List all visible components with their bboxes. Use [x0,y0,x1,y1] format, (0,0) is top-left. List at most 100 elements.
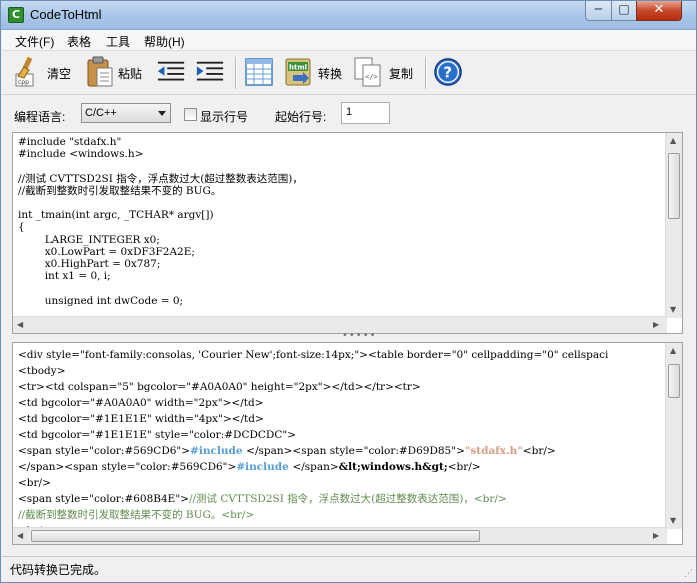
html-keyword: #include [190,445,247,457]
html-span: <br/> [447,461,481,473]
html-line: <tbody> [18,365,66,377]
maximize-button[interactable]: □ [611,1,637,21]
toolbar-separator [235,57,237,89]
source-line: x0.HighPart = 0x787; [18,258,161,271]
html-line: <div style="font-family:consolas, 'Couri… [18,349,609,361]
html-vscroll-thumb[interactable] [668,364,680,398]
menu-table[interactable]: 表格 [67,33,91,50]
chevron-down-icon [158,111,166,116]
help-glyph: ? [443,64,452,82]
brush-icon[interactable]: cpp [12,56,42,88]
toolbar-separator [425,57,427,89]
source-line [18,160,664,172]
source-line [18,282,664,294]
start-line-label: 起始行号: [275,110,327,124]
html-line: <span style="color:#608B4E">//测试 CVTTSD2… [18,491,664,507]
html-horizontal-scrollbar[interactable]: ◀ ▶ [13,527,667,544]
toolbar: cpp 清空 粘贴 html 转换 </> 复制 ? [2,51,696,95]
clipboard-icon[interactable] [85,56,115,88]
status-text: 代码转换已完成。 [10,563,107,577]
maximize-icon: □ [618,2,630,16]
source-editor[interactable]: #include "stdafx.h" #include <windows.h> … [12,132,683,334]
clear-button[interactable]: 清空 [47,65,71,82]
scroll-up-icon[interactable]: ▲ [670,346,676,355]
scroll-right-icon[interactable]: ▶ [653,320,659,329]
copy-button[interactable]: 复制 [389,65,413,82]
menu-file[interactable]: 文件(F) [15,33,54,50]
menu-tools[interactable]: 工具 [106,33,130,50]
window-title: CodeToHtml [30,7,102,22]
scroll-right-icon[interactable]: ▶ [653,531,659,540]
source-line: LARGE_INTEGER x0; [18,233,160,246]
title-bar[interactable]: C CodeToHtml ─ □ ✕ [1,1,696,30]
outdent-icon[interactable] [156,56,186,88]
source-line: x0.LowPart = 0xDF3F2A2E; [18,245,195,258]
show-line-numbers-checkbox[interactable] [184,108,197,121]
html-keyword: #include [236,461,293,473]
html-line: <td bgcolor="#1E1E1E" style="color:#DCDC… [18,429,297,441]
html-line: <td bgcolor="#A0A0A0" width="2px"></td> [18,397,264,409]
source-horizontal-scrollbar[interactable]: ◀ ▶ [13,316,667,333]
svg-text:</>: </> [365,73,378,81]
scroll-down-icon[interactable]: ▼ [670,305,676,314]
source-line: int x1 = 0, i; [18,270,111,283]
html-comment: //测试 CVTTSD2SI 指令，浮点数过大(超过整数表达范围)，<br/> [188,493,507,505]
copy-icon[interactable]: </> [353,56,383,88]
status-bar: 代码转换已完成。 ⋰ [2,556,696,582]
svg-text:cpp: cpp [18,79,29,86]
scroll-down-icon[interactable]: ▼ [670,516,676,525]
menu-help[interactable]: 帮助(H) [144,33,185,50]
minimize-button[interactable]: ─ [585,1,612,21]
source-code[interactable]: #include "stdafx.h" #include <windows.h> … [18,136,664,307]
source-line: //测试 CVTTSD2SI 指令，浮点数过大(超过整数表达范围)， [18,172,303,185]
source-line: //截断到整数时引发取整结果不变的 BUG。 [18,184,222,197]
options-bar: 编程语言: C/C++ 显示行号 起始行号: 1 [2,96,696,130]
source-vscroll-thumb[interactable] [668,153,680,219]
close-button[interactable]: ✕ [636,1,682,21]
html-span: </span> [292,461,339,473]
scroll-left-icon[interactable]: ◀ [17,531,23,540]
html-span: </span><span style="color:#569CD6"> [18,461,237,473]
indent-icon[interactable] [195,56,225,88]
html-span: <br/> [522,445,556,457]
html-output[interactable]: <div style="font-family:consolas, 'Couri… [12,342,683,545]
scroll-left-icon[interactable]: ◀ [17,320,23,329]
html-span: <span style="color:#608B4E"> [18,493,189,505]
html-icon-text: html [289,64,307,72]
language-select[interactable]: C/C++ [81,103,171,123]
html-line: <td bgcolor="#1E1E1E" width="4px"></td> [18,413,264,425]
html-text: &lt;windows.h&gt; [338,461,448,473]
menu-bar: 文件(F) 表格 工具 帮助(H) [2,30,696,51]
html-span: <span style="color:#569CD6"> [18,445,191,457]
html-vertical-scrollbar[interactable]: ▲ ▼ [665,343,682,529]
html-line: <br/> [18,477,51,489]
start-line-input[interactable]: 1 [341,102,390,124]
html-convert-icon[interactable]: html [284,56,314,88]
app-icon-letter: C [12,8,21,21]
language-value: C/C++ [85,107,117,119]
html-line: //截断到整数时引发取整结果不变的 BUG。<br/> [18,509,255,521]
html-hscroll-thumb[interactable] [31,530,480,542]
html-line: <tr><td colspan="5" bgcolor="#A0A0A0" he… [18,381,421,393]
language-label: 编程语言: [14,110,66,124]
show-line-numbers-label[interactable]: 显示行号 [200,108,248,125]
help-icon[interactable]: ? [433,56,463,88]
html-string: "stdafx.h" [464,445,523,457]
table-icon[interactable] [244,56,274,88]
html-line: <span style="color:#569CD6">#include </s… [18,443,664,459]
scroll-up-icon[interactable]: ▲ [670,136,676,145]
source-line: #include <windows.h> [18,148,144,161]
html-span: </span><span style="color:#D69D85"> [246,445,465,457]
source-vertical-scrollbar[interactable]: ▲ ▼ [665,133,682,318]
convert-button[interactable]: 转换 [318,65,342,82]
pane-splitter[interactable]: ••••• [12,330,683,342]
paste-button[interactable]: 粘贴 [118,65,142,82]
source-line: int _tmain(int argc, _TCHAR* argv[]) [18,209,214,222]
html-code[interactable]: <div style="font-family:consolas, 'Couri… [18,347,664,539]
splitter-grip-icon[interactable]: ••••• [342,330,377,341]
html-line: </span><span style="color:#569CD6">#incl… [18,459,664,475]
minimize-icon: ─ [594,2,603,16]
source-line [18,197,664,209]
close-icon: ✕ [653,2,665,17]
resize-grip-icon[interactable]: ⋰ [684,569,693,579]
